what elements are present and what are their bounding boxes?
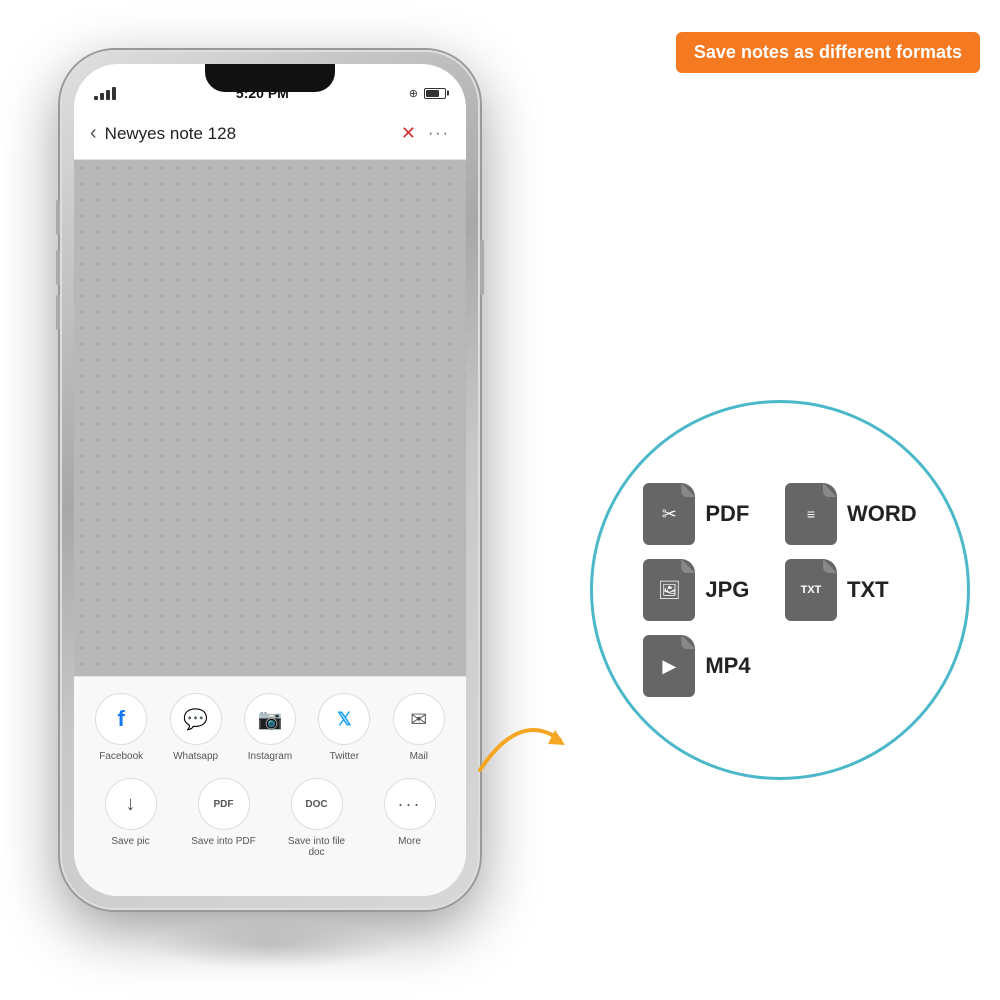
pdf-label: PDF <box>705 501 749 527</box>
location-icon: ⊕ <box>409 87 418 100</box>
battery-icon <box>424 88 446 99</box>
mail-label: Mail <box>410 751 428 762</box>
phone-screen: 5:20 PM ⊕ ‹ Newyes note 128 ✕ ··· <box>74 64 466 896</box>
facebook-label: Facebook <box>99 751 143 762</box>
share-instagram[interactable]: 📷 Instagram <box>235 693 305 762</box>
note-title: Newyes note 128 <box>105 124 401 144</box>
savetopdf-icon-glyph: PDF <box>214 799 234 810</box>
share-savetopdf[interactable]: PDF Save into PDF <box>189 778 259 847</box>
phone: 5:20 PM ⊕ ‹ Newyes note 128 ✕ ··· <box>60 50 480 910</box>
whatsapp-label: Whatsapp <box>173 751 218 762</box>
share-savetofile[interactable]: DOC Save into file doc <box>282 778 352 858</box>
whatsapp-icon[interactable]: 💬 <box>170 693 222 745</box>
formats-grid: ✂︎ PDF ≡ WORD 🖼 JPG TXT TXT <box>623 463 936 717</box>
banner-text: Save notes as different formats <box>694 42 962 62</box>
facebook-icon-glyph: f <box>118 706 125 732</box>
share-savepic[interactable]: ↓ Save pic <box>96 778 166 847</box>
banner: Save notes as different formats <box>676 32 980 73</box>
instagram-icon[interactable]: 📷 <box>244 693 296 745</box>
jpg-icon: 🖼 <box>643 559 695 621</box>
share-mail[interactable]: ✉ Mail <box>384 693 454 762</box>
share-row-file: ↓ Save pic PDF Save into PDF DOC <box>74 778 466 858</box>
mail-icon-glyph: ✉ <box>410 707 427 732</box>
txt-label: TXT <box>847 577 889 603</box>
status-right: ⊕ <box>409 87 446 100</box>
more-icon[interactable]: ··· <box>428 125 450 143</box>
txt-icon-glyph: TXT <box>801 584 822 596</box>
word-icon-glyph: ≡ <box>807 506 815 522</box>
jpg-label: JPG <box>705 577 749 603</box>
format-pdf: ✂︎ PDF <box>643 483 775 545</box>
grid-spacer <box>785 635 885 697</box>
more-share-label: More <box>398 836 421 847</box>
arrow-graphic <box>470 700 570 780</box>
pdf-icon-glyph: ✂︎ <box>662 504 677 525</box>
nav-icons: ✕ ··· <box>401 123 450 144</box>
share-panel: f Facebook 💬 Whatsapp 📷 I <box>74 676 466 896</box>
share-whatsapp[interactable]: 💬 Whatsapp <box>161 693 231 762</box>
notch <box>205 64 335 92</box>
instagram-icon-glyph: 📷 <box>258 707 283 732</box>
pdf-icon: ✂︎ <box>643 483 695 545</box>
savepic-icon-glyph: ↓ <box>126 793 136 816</box>
instagram-label: Instagram <box>248 751 292 762</box>
mail-icon[interactable]: ✉ <box>393 693 445 745</box>
whatsapp-icon-glyph: 💬 <box>183 707 208 732</box>
facebook-icon[interactable]: f <box>95 693 147 745</box>
twitter-icon-glyph: 𝕏 <box>337 709 352 730</box>
savetofile-icon-glyph: DOC <box>305 799 327 810</box>
share-facebook[interactable]: f Facebook <box>86 693 156 762</box>
word-label: WORD <box>847 501 917 527</box>
more-share-icon[interactable]: ··· <box>384 778 436 830</box>
twitter-icon[interactable]: 𝕏 <box>318 693 370 745</box>
signal-icon <box>94 87 116 100</box>
word-icon: ≡ <box>785 483 837 545</box>
battery-fill <box>426 90 439 97</box>
savepic-label: Save pic <box>111 836 149 847</box>
share-more[interactable]: ··· More <box>375 778 445 847</box>
txt-icon: TXT <box>785 559 837 621</box>
savetofile-icon[interactable]: DOC <box>291 778 343 830</box>
more-share-icon-glyph: ··· <box>398 794 422 815</box>
formats-circle: ✂︎ PDF ≡ WORD 🖼 JPG TXT TXT <box>590 400 970 780</box>
phone-outer: 5:20 PM ⊕ ‹ Newyes note 128 ✕ ··· <box>60 50 480 910</box>
nav-bar: ‹ Newyes note 128 ✕ ··· <box>74 108 466 160</box>
format-jpg: 🖼 JPG <box>643 559 775 621</box>
share-row-social: f Facebook 💬 Whatsapp 📷 I <box>74 693 466 762</box>
mp4-label: MP4 <box>705 653 750 679</box>
scissors-icon[interactable]: ✕ <box>401 123 416 144</box>
savetopdf-icon[interactable]: PDF <box>198 778 250 830</box>
mp4-icon: ▶ <box>643 635 695 697</box>
format-txt: TXT TXT <box>785 559 917 621</box>
savetofile-label: Save into file doc <box>282 836 352 858</box>
note-canvas[interactable] <box>74 160 466 686</box>
savetopdf-label: Save into PDF <box>191 836 255 847</box>
savepic-icon[interactable]: ↓ <box>105 778 157 830</box>
mp4-icon-glyph: ▶ <box>662 656 676 677</box>
phone-reflection <box>144 920 396 970</box>
jpg-icon-glyph: 🖼 <box>658 580 681 601</box>
back-button[interactable]: ‹ <box>90 122 97 145</box>
format-mp4: ▶ MP4 <box>643 635 775 697</box>
twitter-label: Twitter <box>330 751 359 762</box>
format-word: ≡ WORD <box>785 483 917 545</box>
share-twitter[interactable]: 𝕏 Twitter <box>309 693 379 762</box>
